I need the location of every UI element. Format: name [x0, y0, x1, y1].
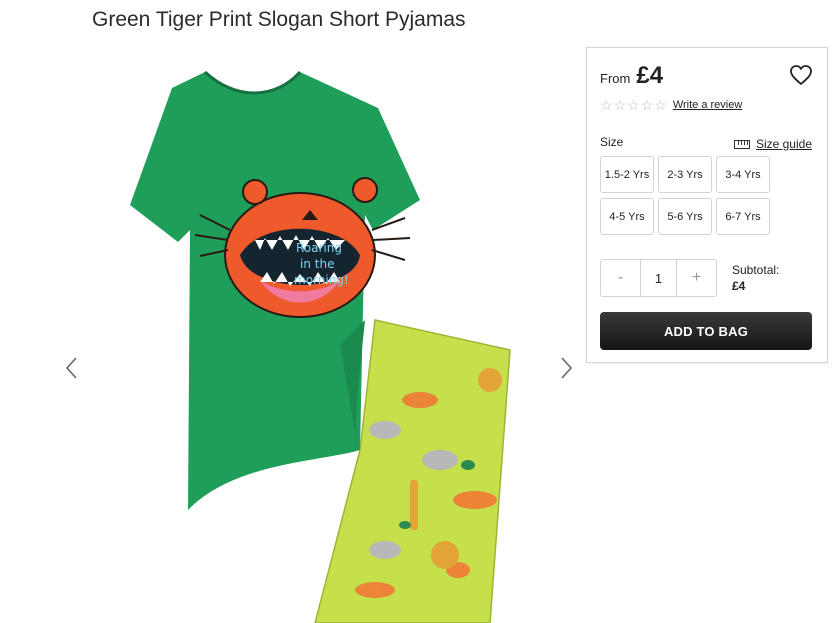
- slogan-line-3: morning!: [294, 273, 349, 287]
- price-row: From £4: [600, 62, 663, 90]
- chevron-left-icon: [65, 357, 77, 379]
- size-option-3-4[interactable]: 3-4 Yrs: [716, 156, 770, 193]
- rating-row: ☆ ☆ ☆ ☆ ☆ Write a review: [600, 98, 742, 112]
- size-option-2-3[interactable]: 2-3 Yrs: [658, 156, 712, 193]
- purchase-panel: From £4 ☆ ☆ ☆ ☆ ☆ Write a review Size Si…: [586, 47, 828, 363]
- next-image-button[interactable]: [556, 355, 576, 381]
- size-option-5-6[interactable]: 5-6 Yrs: [658, 198, 712, 235]
- quantity-decrease-button[interactable]: -: [601, 260, 640, 296]
- size-guide-label: Size guide: [755, 137, 812, 151]
- slogan-line-2: in the: [300, 257, 334, 271]
- chevron-right-icon: [561, 357, 573, 379]
- star-icon: ☆: [627, 97, 640, 113]
- product-title: Green Tiger Print Slogan Short Pyjamas: [92, 8, 466, 31]
- add-to-bag-button[interactable]: ADD TO BAG: [600, 312, 812, 350]
- subtotal-value: £4: [732, 279, 746, 293]
- quantity-increase-button[interactable]: +: [677, 260, 716, 296]
- size-option-1-5-2[interactable]: 1.5-2 Yrs: [600, 156, 654, 193]
- write-review-link[interactable]: Write a review: [673, 99, 742, 111]
- size-label: Size: [600, 135, 624, 149]
- from-label: From: [600, 71, 631, 86]
- prev-image-button[interactable]: [62, 355, 82, 381]
- size-guide-link[interactable]: Size guide: [733, 137, 812, 151]
- quantity-stepper: - 1 +: [600, 259, 717, 297]
- slogan-line-1: Roaring: [296, 241, 342, 255]
- size-option-4-5[interactable]: 4-5 Yrs: [600, 198, 654, 235]
- subtotal-label: Subtotal:: [732, 263, 780, 277]
- star-icon: ☆: [600, 97, 613, 113]
- subtotal: Subtotal: £4: [732, 262, 779, 294]
- star-icon: ☆: [654, 97, 667, 113]
- size-options: 1.5-2 Yrs 2-3 Yrs 3-4 Yrs 4-5 Yrs 5-6 Yr…: [600, 156, 770, 235]
- heart-icon: [790, 65, 812, 86]
- ruler-icon: [733, 139, 750, 149]
- product-image: Roaring in the morning!: [60, 50, 580, 623]
- size-option-6-7[interactable]: 6-7 Yrs: [716, 198, 770, 235]
- rating-stars: ☆ ☆ ☆ ☆ ☆: [600, 98, 667, 112]
- quantity-input[interactable]: 1: [640, 260, 677, 296]
- star-icon: ☆: [640, 97, 654, 113]
- star-icon: ☆: [613, 97, 627, 113]
- wishlist-button[interactable]: [789, 64, 813, 86]
- price: £4: [636, 62, 664, 89]
